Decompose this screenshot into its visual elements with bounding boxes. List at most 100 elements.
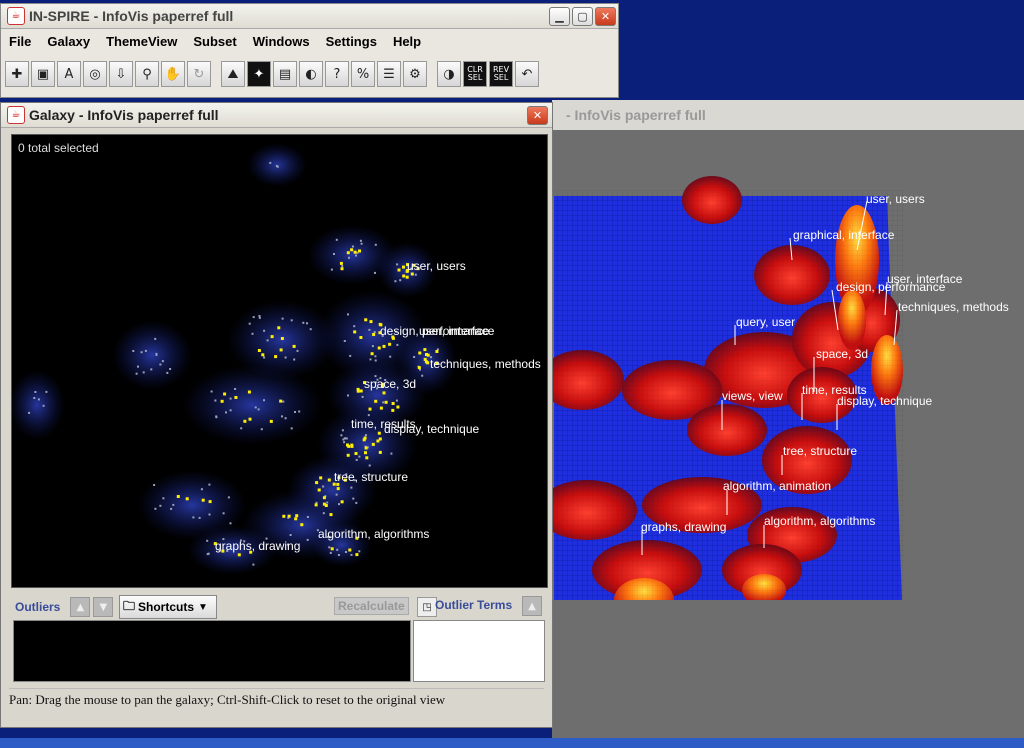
document-marker[interactable] <box>252 316 255 319</box>
outlier-terms-list[interactable] <box>413 620 545 682</box>
document-marker[interactable] <box>155 353 158 356</box>
document-marker-highlight[interactable] <box>280 337 284 340</box>
document-marker-highlight[interactable] <box>426 361 430 365</box>
list-icon[interactable]: ☰ <box>377 61 401 87</box>
document-marker[interactable] <box>214 399 217 402</box>
document-marker-highlight[interactable] <box>402 274 406 278</box>
document-marker[interactable] <box>140 351 143 354</box>
document-marker[interactable] <box>306 322 308 325</box>
document-marker[interactable] <box>208 513 211 516</box>
document-marker[interactable] <box>374 271 376 274</box>
document-marker-highlight[interactable] <box>324 504 328 507</box>
document-marker[interactable] <box>162 497 165 500</box>
document-marker-highlight[interactable] <box>279 399 283 403</box>
document-marker[interactable] <box>309 328 312 331</box>
menu-subset[interactable]: Subset <box>185 34 244 49</box>
document-marker-highlight[interactable] <box>248 417 252 421</box>
document-marker[interactable] <box>28 411 31 414</box>
document-marker[interactable] <box>215 415 218 418</box>
document-marker[interactable] <box>192 516 195 519</box>
shortcuts-dropdown[interactable]: 🗀 Shortcuts ▼ <box>119 595 217 619</box>
document-marker[interactable] <box>206 553 209 556</box>
document-marker[interactable] <box>350 486 353 489</box>
document-marker[interactable] <box>343 340 346 342</box>
document-marker[interactable] <box>252 563 255 566</box>
document-marker-highlight[interactable] <box>384 400 388 404</box>
document-marker[interactable] <box>349 354 352 357</box>
document-marker[interactable] <box>296 349 299 352</box>
document-marker-highlight[interactable] <box>322 496 326 500</box>
galaxy-canvas[interactable]: user, users design, performance user, in… <box>11 134 548 588</box>
document-marker[interactable] <box>359 239 362 242</box>
document-marker[interactable] <box>374 243 377 246</box>
document-marker[interactable] <box>137 365 139 368</box>
query-icon[interactable]: ? <box>325 61 349 87</box>
document-marker[interactable] <box>360 242 363 245</box>
document-marker[interactable] <box>132 350 135 352</box>
document-marker[interactable] <box>337 554 340 556</box>
document-marker[interactable] <box>281 317 284 320</box>
document-marker[interactable] <box>169 368 172 370</box>
document-marker-highlight[interactable] <box>237 553 241 557</box>
galaxy-stars-icon[interactable]: ✦ <box>247 61 271 87</box>
document-marker[interactable] <box>200 488 203 491</box>
document-marker[interactable] <box>413 356 416 358</box>
document-marker[interactable] <box>369 358 372 361</box>
document-marker-highlight[interactable] <box>418 351 422 355</box>
document-marker[interactable] <box>328 546 331 549</box>
document-marker-highlight[interactable] <box>329 513 333 517</box>
document-marker[interactable] <box>382 401 385 404</box>
document-marker[interactable] <box>355 458 358 461</box>
document-marker[interactable] <box>390 452 393 455</box>
document-icon[interactable]: ▤ <box>273 61 297 87</box>
document-marker[interactable] <box>198 516 201 519</box>
document-marker-highlight[interactable] <box>355 553 359 557</box>
themeview-surface[interactable]: user, users graphical, interface user, i… <box>552 130 1024 740</box>
document-marker[interactable] <box>306 538 309 541</box>
document-marker[interactable] <box>289 534 292 536</box>
document-marker[interactable] <box>142 371 145 374</box>
document-marker-highlight[interactable] <box>234 396 238 399</box>
document-marker-highlight[interactable] <box>376 439 380 443</box>
document-marker[interactable] <box>395 399 398 402</box>
menu-settings[interactable]: Settings <box>318 34 385 49</box>
clear-select-button[interactable]: CLR SEL <box>463 61 487 87</box>
document-marker[interactable] <box>290 427 293 430</box>
galaxy-titlebar[interactable]: ☕ Galaxy - InfoVis paperref full ✕ <box>1 103 552 128</box>
document-marker[interactable] <box>263 399 265 402</box>
recalculate-button[interactable]: Recalculate <box>334 597 409 615</box>
document-marker[interactable] <box>361 395 364 398</box>
document-marker[interactable] <box>153 484 156 486</box>
down-arrow-icon[interactable]: ⇩ <box>109 61 133 87</box>
document-marker-highlight[interactable] <box>201 498 205 502</box>
document-marker-highlight[interactable] <box>364 451 367 455</box>
document-marker[interactable] <box>373 331 376 334</box>
themeview-titlebar[interactable]: - InfoVis paperref full <box>552 100 1024 130</box>
document-marker-highlight[interactable] <box>317 488 321 492</box>
toggle-icon[interactable]: ◐ <box>299 61 323 87</box>
document-marker[interactable] <box>374 359 377 362</box>
document-marker[interactable] <box>367 414 370 417</box>
document-marker-highlight[interactable] <box>314 503 318 507</box>
document-marker-highlight[interactable] <box>339 261 343 265</box>
document-marker[interactable] <box>234 388 237 390</box>
select-s-icon[interactable]: ✚ <box>5 61 29 87</box>
document-marker[interactable] <box>170 507 173 510</box>
document-marker[interactable] <box>263 329 266 332</box>
document-marker-highlight[interactable] <box>336 487 340 491</box>
document-marker-highlight[interactable] <box>371 442 375 446</box>
document-marker[interactable] <box>330 268 333 271</box>
document-marker[interactable] <box>322 512 325 515</box>
document-marker-highlight[interactable] <box>277 326 281 330</box>
document-marker[interactable] <box>257 408 260 411</box>
document-marker-highlight[interactable] <box>391 402 395 405</box>
document-marker-highlight[interactable] <box>423 348 427 352</box>
document-marker[interactable] <box>159 363 162 366</box>
document-marker-highlight[interactable] <box>359 389 363 393</box>
document-marker[interactable] <box>345 551 347 553</box>
document-marker[interactable] <box>343 437 346 440</box>
document-marker[interactable] <box>282 400 285 403</box>
document-marker[interactable] <box>225 411 227 414</box>
menu-help[interactable]: Help <box>385 34 429 49</box>
document-marker[interactable] <box>336 548 339 551</box>
